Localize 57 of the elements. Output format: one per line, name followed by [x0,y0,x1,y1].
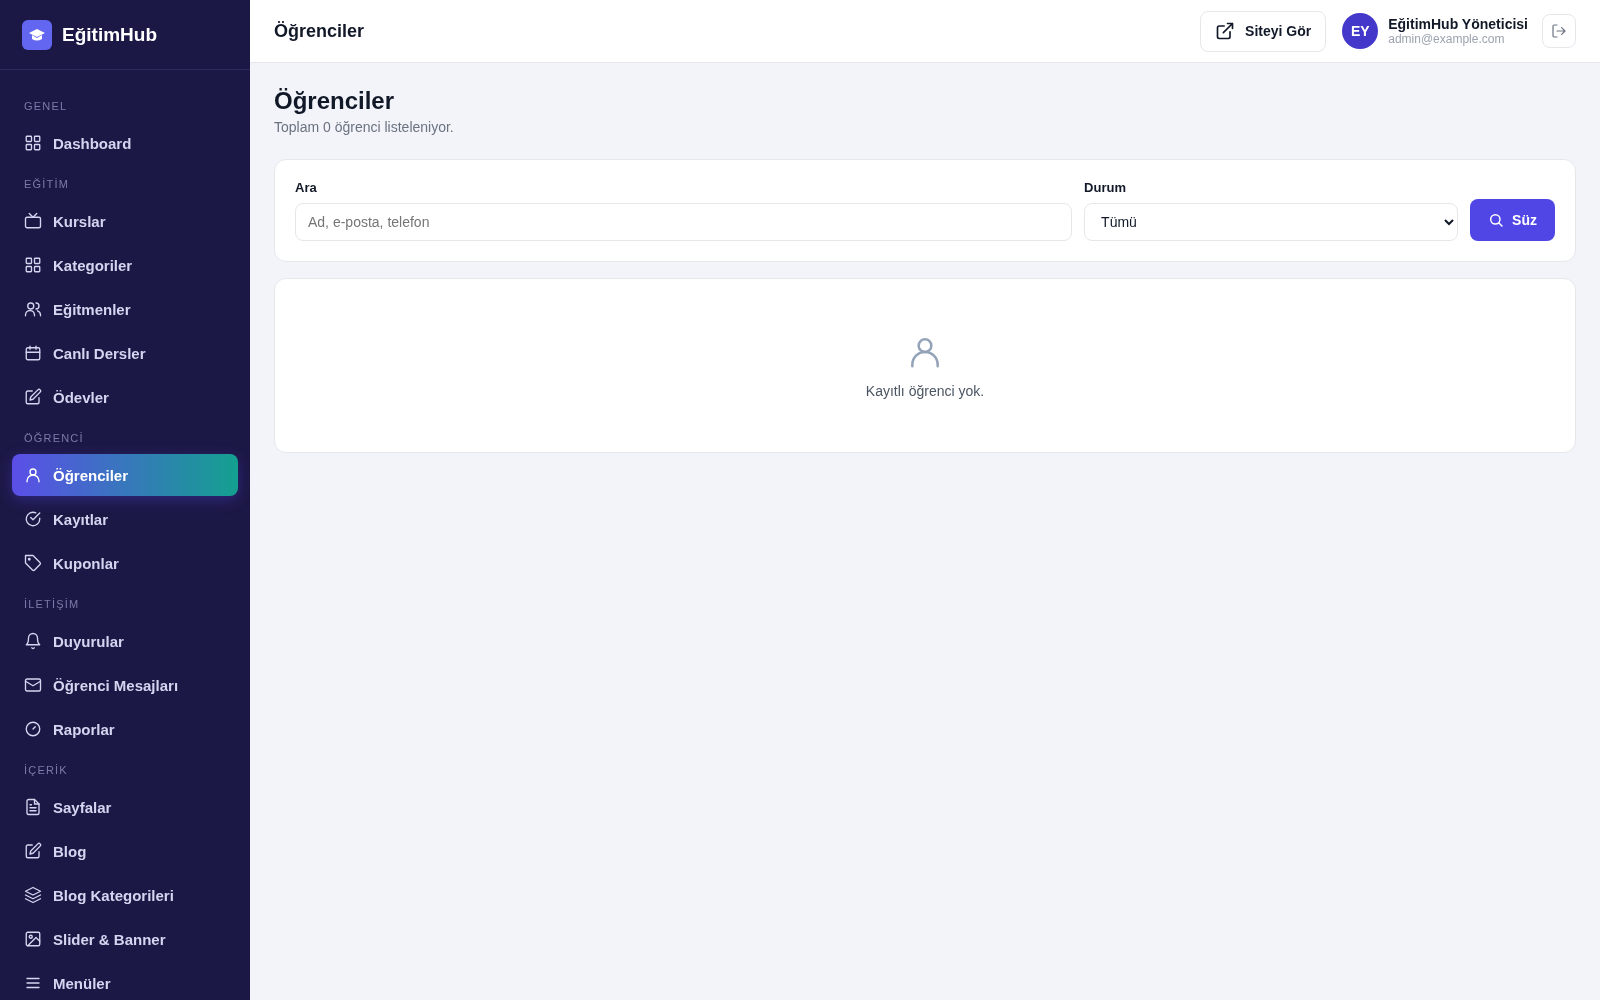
logout-icon [1551,23,1567,39]
nav-item[interactable]: Canlı Dersler [12,332,238,374]
pencil-square-icon [24,842,42,860]
user-name: EğitimHub Yöneticisi [1388,16,1528,32]
section-title: İÇERİK [23,763,69,778]
nav-item[interactable]: Kayıtlar [12,498,238,540]
grid-icon [24,256,42,274]
nav-item[interactable]: Öğrenciler [12,454,238,496]
view-site-button[interactable]: Siteyi Gör [1200,10,1327,52]
tag-icon [24,554,42,572]
pencil-square-icon [24,388,42,406]
check-circle-icon [24,510,42,528]
field-label: Durum [1084,180,1127,195]
section-title: GENEL [23,99,69,114]
section-title: İLETİŞİM [23,597,81,612]
mail-icon [24,676,42,694]
layers-icon [24,886,42,904]
calendar-icon [24,344,42,362]
users-icon [24,300,42,318]
nav-item[interactable]: Eğitmenler [12,288,238,330]
brand-name: EğitimHub [62,23,157,46]
document-icon [24,798,42,816]
search-icon [1488,212,1505,228]
user-icon [24,466,42,484]
nav-item[interactable]: Slider & Banner [12,918,238,960]
section-title: EĞİTİM [23,177,71,192]
nav-item[interactable]: Menüler [12,962,238,1000]
gauge-icon [24,720,42,738]
page-title: Öğrenciler [274,87,396,115]
grid-icon [24,134,42,152]
logout-button[interactable] [1542,14,1576,48]
user-avatar: EY [1342,13,1379,49]
page-subtitle: Toplam 0 öğrenci listeleniyor. [274,119,455,135]
status-select[interactable]: Tümü [1084,203,1459,241]
section-title: ÖĞRENCİ [23,431,85,446]
external-link-icon [1215,21,1236,41]
nav-item[interactable]: Kurslar [12,200,238,242]
nav-item[interactable]: Raporlar [12,708,238,750]
header-title: Öğrenciler [274,20,365,42]
nav-item[interactable]: Blog [12,830,238,872]
nav-item[interactable]: Sayfalar [12,786,238,828]
nav-item[interactable]: Öğrenci Mesajları [12,664,238,706]
nav-item[interactable]: Kategoriler [12,244,238,286]
graduation-cap-icon [22,19,52,50]
nav-item[interactable]: Blog Kategorileri [12,874,238,916]
filter-button[interactable]: Süz [1470,199,1555,241]
nav-item[interactable]: Ödevler [12,376,238,418]
user-email: admin@example.com [1388,32,1506,46]
tv-icon [24,212,42,230]
field-label: Ara [295,180,318,195]
search-field[interactable]: Ad, e-posta, telefon [295,203,1073,241]
nav-item[interactable]: Duyurular [12,620,238,662]
nav-item[interactable]: Kuponlar [12,542,238,584]
empty-message: Kayıtlı öğrenci yok. [865,382,985,399]
nav-item[interactable]: Dashboard [12,122,238,164]
image-icon [24,930,42,948]
bell-icon [24,632,42,650]
